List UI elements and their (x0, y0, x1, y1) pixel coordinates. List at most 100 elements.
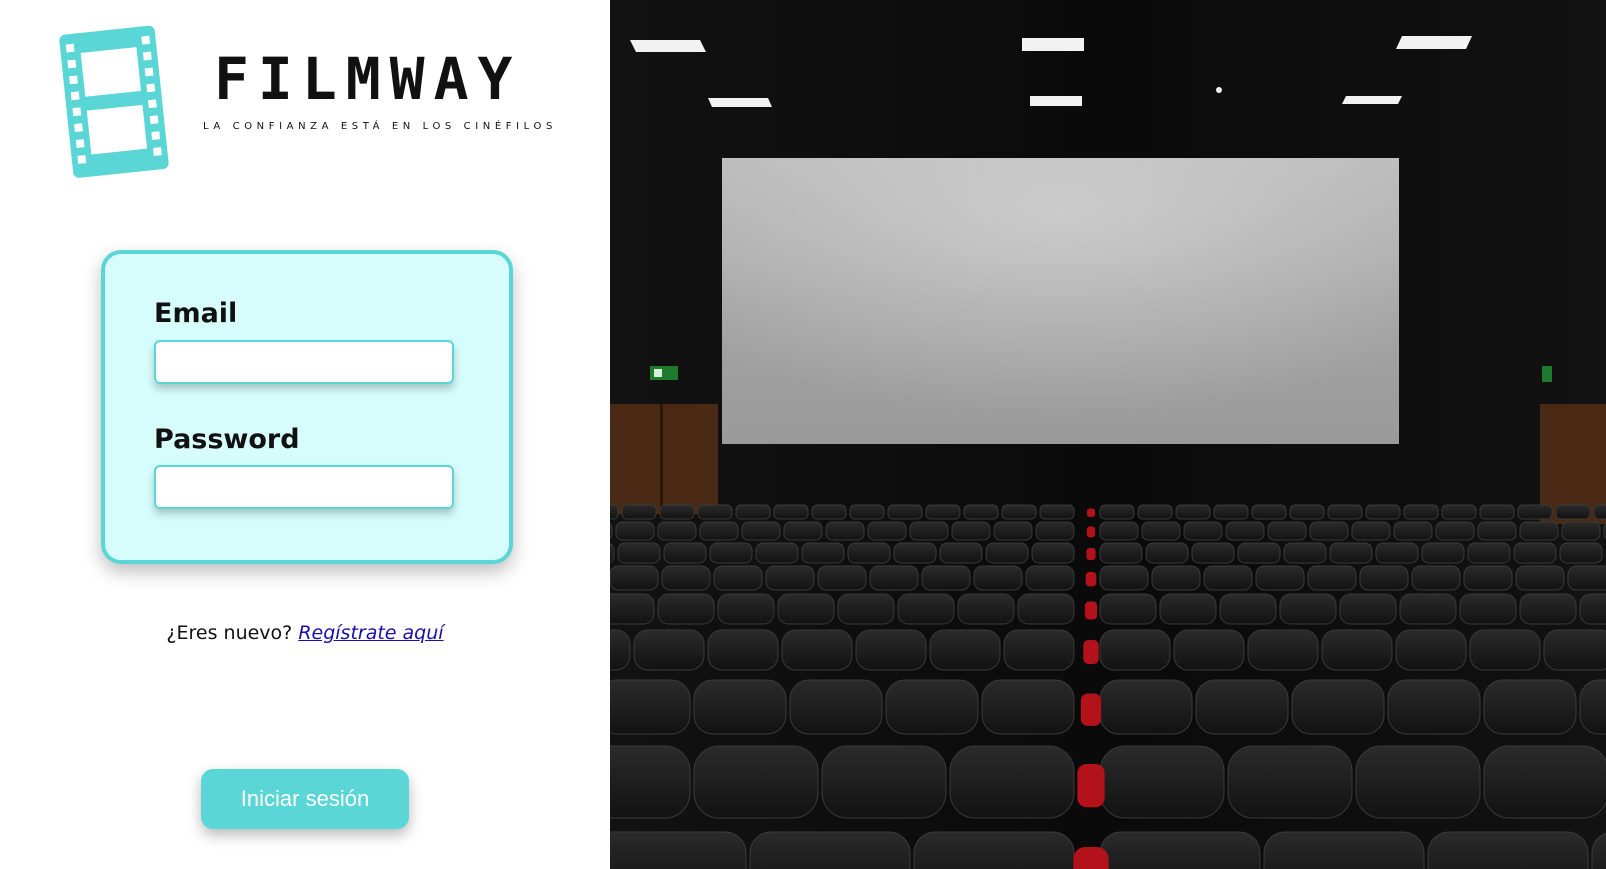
cinema-seat (1567, 565, 1606, 591)
cinema-seat (1247, 629, 1319, 671)
cinema-seat (1035, 521, 1075, 541)
cinema-seat (765, 565, 815, 591)
email-field[interactable] (154, 340, 454, 384)
cinema-seat (1145, 542, 1189, 564)
cinema-seat (951, 521, 991, 541)
cinema-seat (773, 504, 809, 520)
cinema-seat (1225, 521, 1265, 541)
cinema-seat (1173, 629, 1245, 671)
email-label: Email (154, 298, 238, 329)
cinema-seat (783, 521, 823, 541)
cinema-seat (1387, 679, 1481, 735)
login-form-card: Email Password (101, 250, 513, 564)
cinema-seat (1593, 504, 1606, 520)
cinema-seat (1267, 521, 1307, 541)
cinema-seat (1327, 504, 1363, 520)
cinema-seat (610, 593, 655, 625)
cinema-seat (1099, 745, 1225, 819)
cinema-seat (1321, 629, 1393, 671)
cinema-seat (1359, 565, 1409, 591)
cinema-seat (1141, 521, 1181, 541)
cinema-seat (777, 593, 835, 625)
cinema-seat (707, 629, 779, 671)
cinema-seat (1555, 504, 1591, 520)
cinema-seat (1435, 521, 1475, 541)
cinema-seat (693, 679, 787, 735)
cinema-seat (1099, 504, 1135, 520)
login-page: FILMWAY LA CONFIANZA ESTÁ EN LOS CINÉFIL… (0, 0, 1606, 869)
cinema-seat (1403, 504, 1439, 520)
cinema-seat (1159, 593, 1217, 625)
cinema-seat (885, 679, 979, 735)
cinema-seat (1513, 542, 1557, 564)
cinema-seat (1291, 679, 1385, 735)
aisle-red-seat (1077, 764, 1105, 808)
cinema-seat (699, 521, 739, 541)
cinema-seat (821, 745, 947, 819)
cinema-seat (963, 504, 999, 520)
register-prompt: ¿Eres nuevo? (166, 622, 293, 644)
cinema-seat (1001, 504, 1037, 520)
cinema-seat (1483, 745, 1606, 819)
cinema-seat (663, 542, 707, 564)
cinema-seat (1351, 521, 1391, 541)
cinema-seat (1515, 565, 1565, 591)
cinema-seat (1289, 504, 1325, 520)
cinema-seat (1039, 504, 1075, 520)
cinema-seat (921, 565, 971, 591)
cinema-seat (741, 521, 781, 541)
cinema-seat (817, 565, 867, 591)
password-field[interactable] (154, 465, 454, 509)
cinema-seat (1307, 565, 1357, 591)
cinema-seat (697, 504, 733, 520)
cinema-seat (1411, 565, 1461, 591)
cinema-seat (617, 542, 661, 564)
cinema-seat (1469, 629, 1541, 671)
cinema-seat (925, 504, 961, 520)
cinema-seat (855, 629, 927, 671)
cinema-seat (1459, 593, 1517, 625)
cinema-seat (610, 745, 691, 819)
aisle-red-seat (1087, 508, 1095, 517)
password-label: Password (154, 424, 300, 455)
cinema-seat (957, 593, 1015, 625)
cinema-seat (1393, 521, 1433, 541)
cinema-seat (801, 542, 845, 564)
cinema-seat (1479, 504, 1515, 520)
aisle-red-seat (1080, 693, 1102, 726)
cinema-seat (1399, 593, 1457, 625)
cinema-seat (1191, 542, 1235, 564)
cinema-seat (973, 565, 1023, 591)
cinema-seat (1309, 521, 1349, 541)
cinema-seat (1151, 565, 1201, 591)
cinema-seat (1543, 629, 1606, 671)
cinema-seat (939, 542, 983, 564)
cinema-seat (1395, 629, 1467, 671)
cinema-seat (1421, 542, 1465, 564)
cinema-seat (1099, 542, 1143, 564)
brand-tagline: LA CONFIANZA ESTÁ EN LOS CINÉFILOS (203, 121, 557, 132)
cinema-seat (837, 593, 895, 625)
cinema-seat (929, 629, 1001, 671)
cinema-seat (1339, 593, 1397, 625)
login-button[interactable]: Iniciar sesión (201, 769, 409, 829)
cinema-seat (1355, 745, 1481, 819)
cinema-hero-image (610, 0, 1606, 869)
cinema-seat (1219, 593, 1277, 625)
cinema-seat (1099, 593, 1157, 625)
cinema-seat (610, 629, 631, 671)
cinema-seat (1255, 565, 1305, 591)
cinema-seat (1579, 679, 1606, 735)
cinema-seat (1025, 565, 1075, 591)
aisle-red-seat (1085, 572, 1097, 587)
register-link[interactable]: Regístrate aquí (298, 622, 443, 644)
cinema-seat (1441, 504, 1477, 520)
cinema-seat (1463, 565, 1513, 591)
cinema-seat (657, 593, 715, 625)
cinema-seat (610, 565, 659, 591)
cinema-seat (985, 542, 1029, 564)
cinema-seat (657, 521, 697, 541)
cinema-seat (949, 745, 1075, 819)
cinema-seat (1175, 504, 1211, 520)
cinema-seat (1099, 565, 1149, 591)
